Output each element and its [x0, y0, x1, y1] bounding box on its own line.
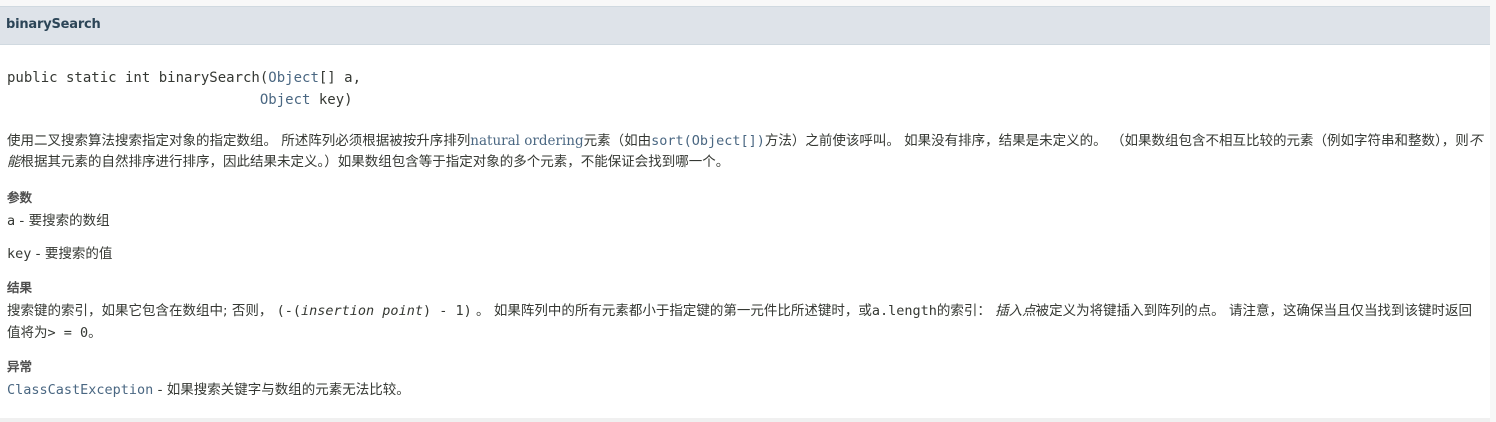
- bottom-divider: [0, 418, 1490, 422]
- object-type-link[interactable]: Object: [268, 70, 319, 86]
- param-key-name: key: [7, 246, 32, 262]
- returns-label: 结果: [7, 280, 33, 295]
- method-signature: public static int binarySearch(Object[] …: [7, 67, 361, 111]
- throws-desc: - 如果搜索关键字与数组的元素无法比较。: [153, 382, 410, 398]
- param-key-item: key - 要搜索的值: [7, 244, 112, 265]
- param-a-item: a - 要搜索的数组: [7, 211, 110, 232]
- insertion-point-code: insertion point: [301, 303, 423, 319]
- description-text-4: 根据其元素的自然排序进行排序，因此结果未定义。）如果数组包含等于指定对象的多个元…: [20, 154, 730, 170]
- natural-ordering-link[interactable]: natural ordering: [470, 133, 583, 149]
- returns-text-5: = 0。: [55, 325, 102, 341]
- param-key-desc: - 要搜索的值: [31, 246, 113, 262]
- classcastexception-link[interactable]: ClassCastException: [7, 382, 153, 398]
- method-detail-page: binarySearch public static int binarySea…: [0, 0, 1490, 422]
- throws-item: ClassCastException - 如果搜索关键字与数组的元素无法比较。: [7, 380, 410, 401]
- returns-code-1: (-(insertion point) - 1): [277, 303, 472, 319]
- description-text-1: 使用二叉搜索算法搜索指定对象的指定数组。 所述阵列必须根据被按升序排列: [7, 133, 471, 149]
- signature-prefix: public static int binarySearch(: [7, 70, 269, 86]
- method-header: binarySearch: [0, 6, 1490, 45]
- param-a-name: a: [7, 213, 16, 229]
- object-type-link-2[interactable]: Object: [260, 92, 311, 108]
- description-text-2: 元素（如由: [583, 133, 652, 149]
- description-text-3: 方法）之前使该呼叫。 如果没有排序，结果是未定义的。 （如果数组包含不相互比较的…: [764, 133, 1469, 149]
- signature-param-key: key): [310, 92, 353, 108]
- returns-text-3: 的索引：: [936, 303, 996, 319]
- method-description: 使用二叉搜索算法搜索指定对象的指定数组。 所述阵列必须根据被按升序排列natur…: [7, 131, 1485, 173]
- length-code: a.length: [871, 303, 937, 319]
- signature-indent: [7, 92, 260, 108]
- gte-code: >: [47, 325, 56, 341]
- params-label: 参数: [7, 190, 33, 205]
- param-a-desc: - 要搜索的数组: [15, 213, 110, 229]
- sort-method-link[interactable]: sort(Object[]): [651, 133, 765, 149]
- signature-param-a: [] a,: [318, 70, 362, 86]
- throws-label: 异常: [7, 359, 33, 374]
- returns-code-close: ) - 1): [422, 303, 472, 319]
- method-body: public static int binarySearch(Object[] …: [0, 45, 1490, 418]
- returns-text-1: 搜索键的索引，如果它包含在数组中; 否则，: [7, 303, 277, 319]
- returns-description: 搜索键的索引，如果它包含在数组中; 否则， (-(insertion point…: [7, 300, 1485, 344]
- method-name-heading: binarySearch: [6, 17, 101, 32]
- insertion-point-emphasis: 插入点: [995, 303, 1036, 319]
- returns-code-open: (-(: [276, 303, 302, 319]
- returns-text-2: 。 如果阵列中的所有元素都小于指定键的第一元件比所述键时，或: [471, 303, 872, 319]
